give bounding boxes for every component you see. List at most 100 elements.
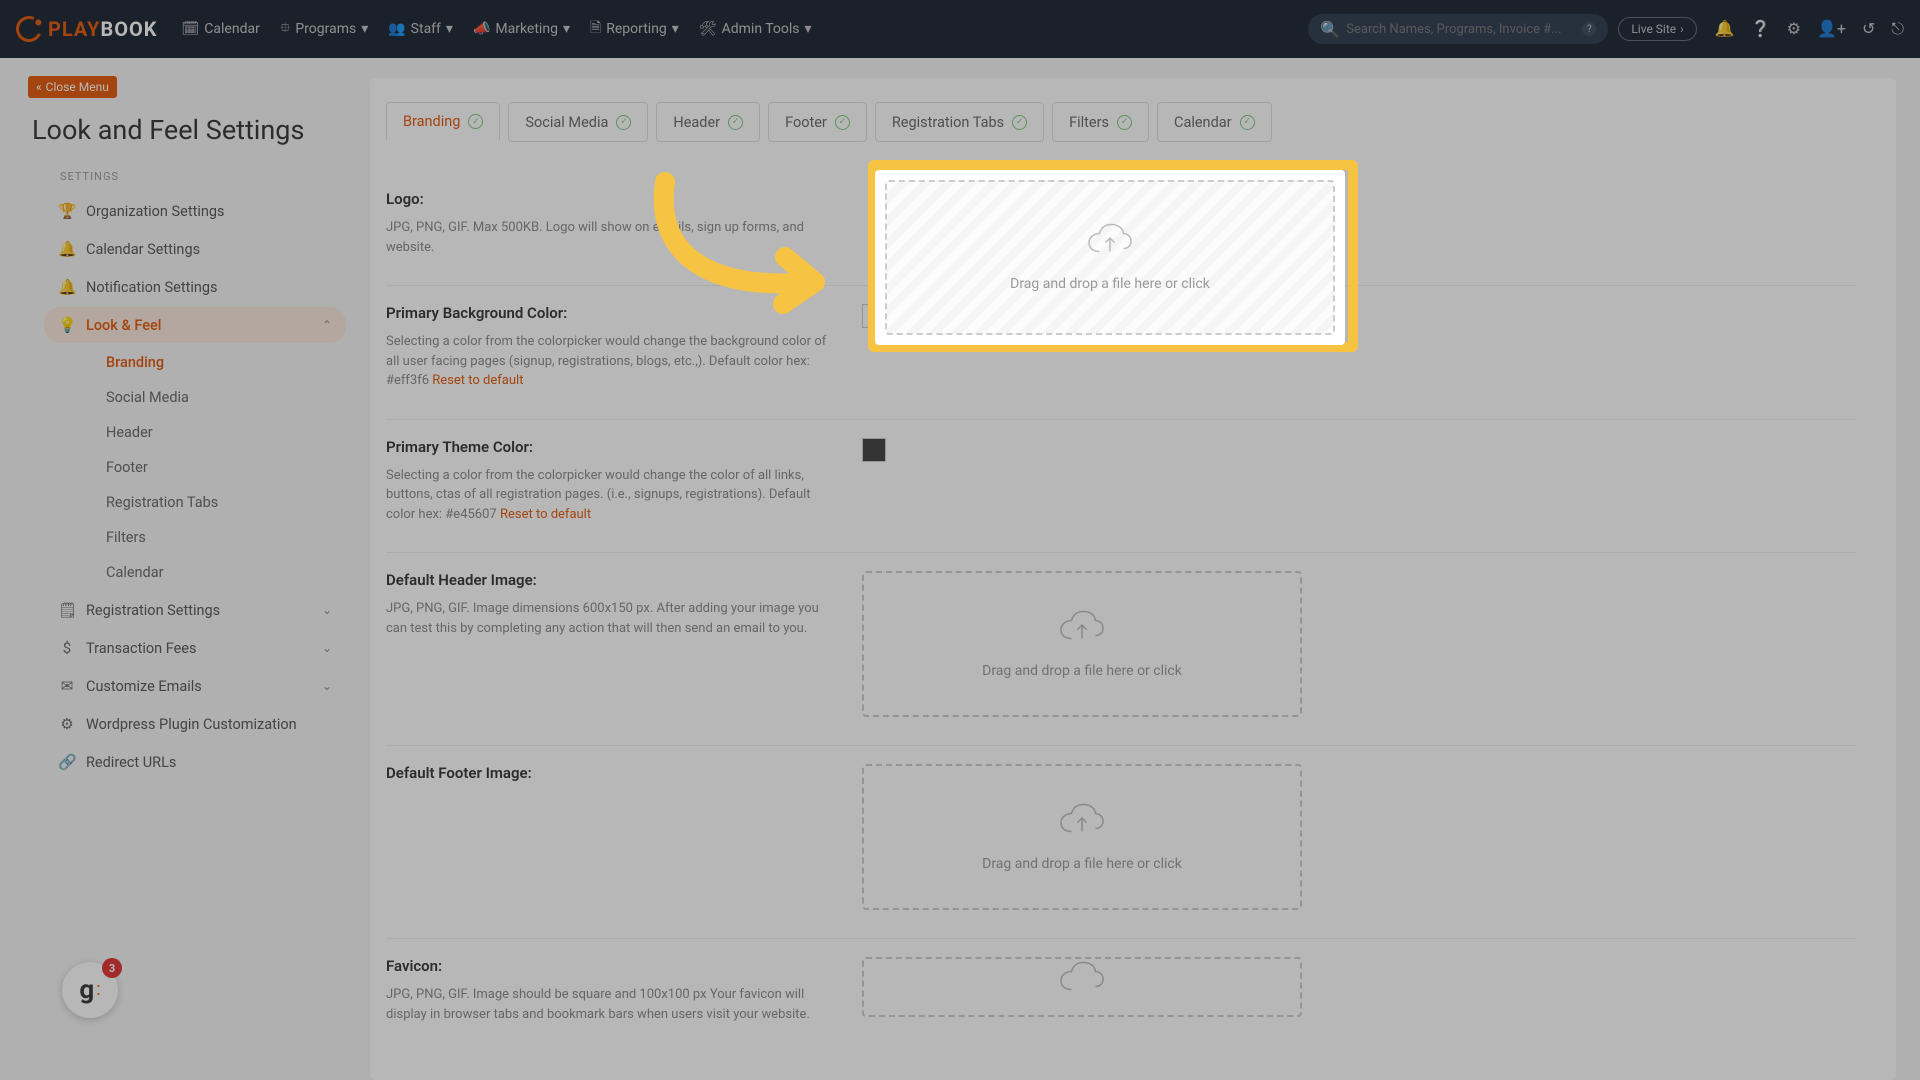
page-title: Look and Feel Settings: [32, 114, 362, 146]
sub-filters[interactable]: Filters: [106, 520, 362, 555]
check-icon: ✓: [1012, 115, 1027, 130]
section-label: SETTINGS: [60, 170, 362, 183]
sub-calendar[interactable]: Calendar: [106, 555, 362, 590]
check-icon: ✓: [728, 115, 743, 130]
link-icon: 🔗: [58, 753, 76, 771]
sidebar-item-notif[interactable]: 🔔Notification Settings: [44, 269, 346, 305]
nav-staff[interactable]: 👥Staff▾: [388, 17, 453, 41]
sidebar-item-look[interactable]: 💡Look & Feel⌃: [44, 307, 346, 343]
tab-filters[interactable]: Filters✓: [1052, 102, 1149, 142]
search-wrap[interactable]: 🔍 ?: [1308, 14, 1608, 44]
chevron-down-icon: ⌄: [322, 603, 332, 617]
bgcolor-desc: Selecting a color from the colorpicker w…: [386, 332, 832, 391]
sub-regtabs[interactable]: Registration Tabs: [106, 485, 362, 520]
theme-reset-link[interactable]: Reset to default: [500, 507, 591, 522]
sidebar-list: 🏆Organization Settings 🔔Calendar Setting…: [28, 193, 362, 343]
headerimg-title: Default Header Image:: [386, 571, 832, 589]
chevron-down-icon: ▾: [361, 21, 368, 37]
tabs: Branding✓ Social Media✓ Header✓ Footer✓ …: [386, 102, 1856, 142]
theme-title: Primary Theme Color:: [386, 438, 832, 456]
theme-swatch[interactable]: [862, 438, 886, 462]
envelope-icon: ✉: [58, 677, 76, 695]
row-footerimg: Default Footer Image: Drag and drop a fi…: [386, 746, 1856, 939]
gear-icon[interactable]: ⚙: [1787, 19, 1801, 39]
dropzone-text: Drag and drop a file here or click: [1010, 276, 1210, 292]
sub-social[interactable]: Social Media: [106, 380, 362, 415]
footerimg-title: Default Footer Image:: [386, 764, 832, 782]
close-menu-button[interactable]: «Close Menu: [28, 76, 117, 98]
favicon-title: Favicon:: [386, 957, 832, 975]
highlighted-dropzone-wrap: Drag and drop a file here or click: [875, 170, 1345, 345]
tab-regtabs[interactable]: Registration Tabs✓: [875, 102, 1044, 142]
favicon-dropzone[interactable]: [862, 957, 1302, 1017]
live-site-button[interactable]: Live Site ›: [1618, 17, 1696, 41]
nav-programs[interactable]: ⯐Programs▾: [280, 17, 368, 41]
g-float-button[interactable]: g: 3: [62, 962, 118, 1018]
chevron-down-icon: ▾: [672, 21, 679, 37]
check-icon: ✓: [468, 114, 483, 129]
bell-icon: 🔔: [58, 240, 76, 258]
bgcolor-reset-link[interactable]: Reset to default: [432, 373, 523, 388]
tab-header[interactable]: Header✓: [656, 102, 760, 142]
dollar-icon: $: [58, 639, 76, 657]
sidebar-item-emails[interactable]: ✉Customize Emails⌄: [44, 668, 346, 704]
sidebar-list-2: 🗒Registration Settings⌄ $Transaction Fee…: [28, 592, 362, 780]
sidebar-item-redirect[interactable]: 🔗Redirect URLs: [44, 744, 346, 780]
nav-admin[interactable]: 🛠Admin Tools▾: [699, 17, 812, 41]
gear-icon: ⚙: [58, 715, 76, 733]
theme-desc: Selecting a color from the colorpicker w…: [386, 466, 832, 525]
top-icons: 🔔 ❔ ⚙ 👤+ ↺ ⎋: [1715, 19, 1904, 39]
tab-calendar[interactable]: Calendar✓: [1157, 102, 1272, 142]
sidebar-item-org[interactable]: 🏆Organization Settings: [44, 193, 346, 229]
check-icon: ✓: [1117, 115, 1132, 130]
footerimg-dropzone[interactable]: Drag and drop a file here or click: [862, 764, 1302, 910]
logout-icon[interactable]: ⎋: [1891, 19, 1904, 39]
chevron-down-icon: ▾: [446, 21, 453, 37]
row-headerimg: Default Header Image: JPG, PNG, GIF. Ima…: [386, 553, 1856, 746]
dots-icon: :: [96, 985, 100, 995]
search-icon: 🔍: [1320, 20, 1340, 39]
sidebar-item-fees[interactable]: $Transaction Fees⌄: [44, 630, 346, 666]
sidebar-item-wp[interactable]: ⚙Wordpress Plugin Customization: [44, 706, 346, 742]
bullhorn-icon: 📣: [473, 21, 490, 37]
bulb-icon: 💡: [58, 316, 76, 334]
tab-footer[interactable]: Footer✓: [768, 102, 867, 142]
row-favicon: Favicon: JPG, PNG, GIF. Image should be …: [386, 939, 1856, 1052]
chevron-left-icon: «: [36, 80, 42, 94]
logo-dropzone[interactable]: Drag and drop a file here or click: [885, 180, 1335, 335]
nav-calendar[interactable]: 🗓Calendar: [182, 17, 260, 41]
logo[interactable]: PLAYBOOK: [16, 16, 158, 42]
sub-header[interactable]: Header: [106, 415, 362, 450]
trophy-icon: 🏆: [58, 202, 76, 220]
help-badge-icon[interactable]: ?: [1582, 22, 1596, 36]
search-input[interactable]: [1346, 22, 1582, 37]
check-icon: ✓: [616, 115, 631, 130]
chevron-up-icon: ⌃: [322, 318, 332, 332]
user-add-icon[interactable]: 👤+: [1817, 19, 1846, 39]
history-icon[interactable]: ↺: [1862, 19, 1875, 39]
dropzone-text: Drag and drop a file here or click: [982, 663, 1182, 679]
tab-branding[interactable]: Branding✓: [386, 102, 500, 142]
tools-icon: 🛠: [699, 21, 717, 37]
users-icon: 👥: [388, 21, 405, 37]
sub-footer[interactable]: Footer: [106, 450, 362, 485]
sidebar-item-reg[interactable]: 🗒Registration Settings⌄: [44, 592, 346, 628]
nav-items: 🗓Calendar ⯐Programs▾ 👥Staff▾ 📣Marketing▾…: [182, 17, 812, 41]
favicon-desc: JPG, PNG, GIF. Image should be square an…: [386, 985, 832, 1024]
sidebar-sublist: Branding Social Media Header Footer Regi…: [106, 345, 362, 590]
sub-branding[interactable]: Branding: [106, 345, 362, 380]
cloud-upload-icon: [1085, 223, 1135, 268]
g-badge: 3: [102, 958, 122, 978]
sidebar-item-calendar[interactable]: 🔔Calendar Settings: [44, 231, 346, 267]
row-theme: Primary Theme Color: Selecting a color f…: [386, 420, 1856, 554]
tab-social[interactable]: Social Media✓: [508, 102, 648, 142]
bell-icon[interactable]: 🔔: [1715, 19, 1735, 39]
chevron-down-icon: ⌄: [322, 641, 332, 655]
nav-reporting[interactable]: 🗎Reporting▾: [590, 17, 679, 41]
file-icon: 🗎: [590, 17, 601, 41]
cloud-upload-icon: [1057, 803, 1107, 848]
top-nav: PLAYBOOK 🗓Calendar ⯐Programs▾ 👥Staff▾ 📣M…: [0, 0, 1920, 58]
headerimg-dropzone[interactable]: Drag and drop a file here or click: [862, 571, 1302, 717]
nav-marketing[interactable]: 📣Marketing▾: [473, 17, 570, 41]
help-icon[interactable]: ❔: [1751, 19, 1771, 39]
